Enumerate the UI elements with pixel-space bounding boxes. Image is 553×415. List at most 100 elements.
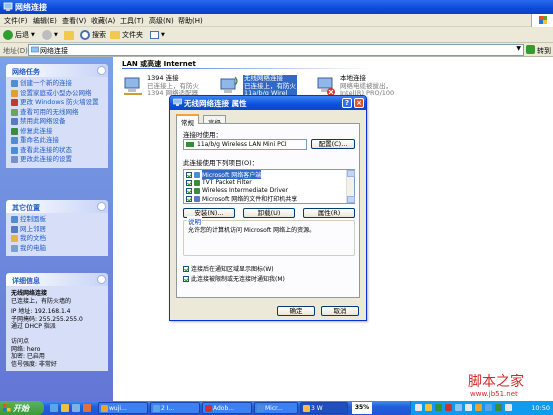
menu-edit[interactable]: 编辑(E) — [33, 16, 57, 26]
address-dropdown-icon[interactable]: ▼ — [516, 45, 521, 52]
task-view-status[interactable]: 查看此连接的状态 — [11, 146, 105, 155]
taskbar-button-windows[interactable]: 3 W — [300, 402, 348, 414]
menu-tools[interactable]: 工具(T) — [120, 16, 144, 26]
tray-icon[interactable] — [435, 404, 442, 411]
media-quicklaunch-icon[interactable] — [83, 404, 91, 412]
tab-general[interactable]: 常规 — [176, 114, 199, 127]
list-scrollbar[interactable] — [346, 170, 355, 203]
description-text: 允许您的计算机访问 Microsoft 网络上的资源。 — [188, 227, 316, 234]
tray-icon[interactable] — [505, 404, 512, 411]
task-firewall-settings[interactable]: 更改 Windows 防火墙设置 — [11, 98, 105, 107]
task-repair[interactable]: 修复此连接 — [11, 127, 105, 136]
menu-favorites[interactable]: 收藏(A) — [91, 16, 115, 26]
taskbar-button-wuji[interactable]: wuji... — [98, 402, 148, 414]
help-button[interactable]: ? — [342, 98, 352, 108]
menu-help[interactable]: 帮助(H) — [178, 16, 203, 26]
task-disable-device[interactable]: 禁用此网络设备 — [11, 117, 105, 126]
uninstall-button[interactable]: 卸载(U) — [243, 208, 295, 218]
details-status: 已连接上，有防火墙的 — [11, 297, 72, 305]
components-list[interactable]: Microsoft 网络客户端 TVT Packet Filter Wirele… — [183, 169, 355, 204]
start-button[interactable]: 开始 — [0, 401, 44, 415]
task-create-connection[interactable]: 创建一个新的连接 — [11, 79, 105, 88]
up-button[interactable] — [64, 29, 74, 41]
taskbar-button-ie[interactable]: 2 I... — [150, 402, 200, 414]
list-item[interactable]: Microsoft 网络的文件和打印机共享 — [186, 195, 348, 203]
folder-icon — [303, 405, 310, 412]
search-button[interactable]: 搜索 — [80, 29, 106, 41]
collapse-chevron-icon[interactable] — [97, 275, 106, 284]
tray-icon[interactable] — [425, 404, 432, 411]
notify-checkbox[interactable]: 此连接被限制或无连接时通知我(M) — [183, 274, 285, 283]
network-tasks-header[interactable]: 网络任务 — [6, 64, 108, 77]
menu-file[interactable]: 文件(F) — [4, 16, 28, 26]
tray-icon[interactable] — [445, 404, 452, 411]
configure-button[interactable]: 配置(C)... — [311, 139, 355, 149]
clock[interactable]: 10:50 — [531, 404, 550, 412]
address-input[interactable]: 网络连接 ▼ — [28, 44, 524, 56]
details-network: 网络: hero — [11, 345, 41, 353]
search-icon — [80, 30, 90, 40]
explorer-quicklaunch-icon[interactable] — [61, 404, 69, 412]
details-header[interactable]: 详细信息 — [6, 273, 108, 286]
place-network-neighborhood[interactable]: 网上邻居 — [11, 225, 105, 234]
desktop-quicklaunch-icon[interactable] — [72, 404, 80, 412]
task-rename[interactable]: 重命名此连接 — [11, 136, 105, 145]
app-icon — [101, 405, 108, 412]
network-tasks-box: 网络任务 创建一个新的连接 设置家庭或小型办公网络 更改 Windows 防火墙… — [6, 64, 108, 168]
details-subnet: 子网掩码: 255.255.255.0 — [11, 315, 83, 323]
place-control-panel[interactable]: 控制面板 — [11, 215, 105, 224]
status-icon — [11, 146, 18, 154]
ie-quicklaunch-icon[interactable] — [50, 404, 58, 412]
dialog-title-bar[interactable]: 无线网络连接 属性 ? × — [170, 96, 366, 110]
list-item[interactable]: TVT Packet Filter — [186, 179, 348, 187]
go-arrow-icon[interactable] — [526, 45, 535, 54]
taskbar-button-adobe[interactable]: Adob... — [202, 402, 252, 414]
window-title-bar[interactable]: 网络连接 — [0, 0, 553, 14]
place-my-documents[interactable]: 我的文档 — [11, 234, 105, 243]
other-places-header[interactable]: 其它位置 — [6, 200, 108, 213]
documents-folder-icon — [11, 235, 18, 242]
home-network-icon — [11, 89, 18, 97]
scroll-down-icon[interactable] — [347, 196, 355, 203]
item-checkbox[interactable] — [186, 195, 192, 202]
network-tray-icon[interactable] — [455, 404, 462, 411]
adapter-field: 11a/b/g Wireless LAN Mini PCI — [183, 139, 307, 150]
item-checkbox[interactable] — [186, 187, 192, 194]
properties-button[interactable]: 属性(R) — [303, 208, 355, 218]
group-divider — [122, 68, 372, 69]
back-button[interactable]: 后退 ▼ — [3, 29, 35, 41]
folder-icon — [110, 31, 120, 39]
tray-icon[interactable] — [415, 404, 422, 411]
menu-advanced[interactable]: 高级(N) — [149, 16, 174, 26]
scroll-up-icon[interactable] — [347, 170, 355, 177]
cancel-button[interactable]: 取消 — [321, 306, 359, 316]
place-my-computer[interactable]: 我的电脑 — [11, 244, 105, 253]
go-button[interactable]: 转到 — [537, 46, 551, 56]
close-button[interactable]: × — [354, 98, 364, 108]
tray-icon[interactable] — [495, 404, 502, 411]
folders-button[interactable]: 文件夹 — [110, 29, 143, 41]
collapse-chevron-icon[interactable] — [97, 66, 106, 75]
task-change-settings[interactable]: 更改此连接的设置 — [11, 155, 105, 164]
list-item[interactable]: Microsoft 网络客户端 — [186, 170, 348, 180]
task-view-wireless[interactable]: 查看可用的无线网络 — [11, 108, 105, 117]
ok-button[interactable]: 确定 — [277, 306, 315, 316]
menu-view[interactable]: 查看(V) — [62, 16, 86, 26]
settings-icon — [11, 156, 18, 163]
volume-tray-icon[interactable] — [465, 404, 472, 411]
tray-icon[interactable] — [475, 404, 482, 411]
task-home-network[interactable]: 设置家庭或小型办公网络 — [11, 89, 105, 98]
collapse-chevron-icon[interactable] — [97, 202, 106, 211]
show-icon-checkbox[interactable]: 连接后在通知区域显示图标(W) — [183, 264, 274, 273]
item-checkbox[interactable] — [186, 179, 192, 186]
item-checkbox[interactable] — [186, 171, 192, 178]
tray-icon[interactable] — [485, 404, 492, 411]
checkbox-box[interactable] — [183, 275, 189, 282]
app-icon — [205, 405, 212, 412]
chevron-down-icon: ▼ — [161, 32, 165, 38]
views-button[interactable]: ▼ — [150, 29, 165, 41]
forward-button[interactable]: ▼ — [42, 29, 58, 41]
taskbar-button-microsoft[interactable]: Micr... — [254, 402, 298, 414]
language-indicator[interactable]: 35% — [352, 402, 372, 414]
checkbox-box[interactable] — [183, 265, 189, 272]
